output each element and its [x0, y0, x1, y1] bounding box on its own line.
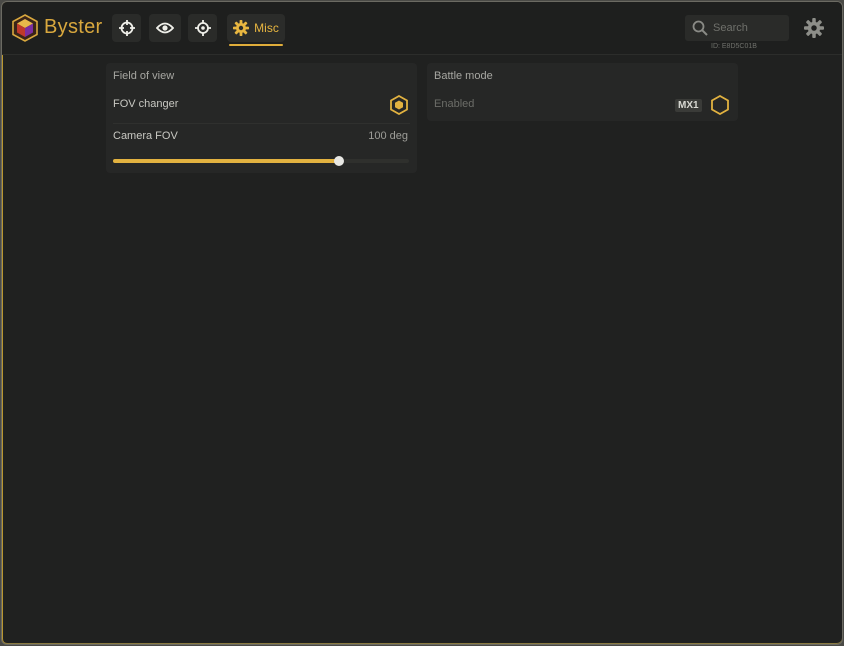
tab-misc-label: Misc	[254, 21, 279, 35]
gear-icon	[233, 20, 250, 36]
camera-fov-slider[interactable]	[113, 156, 409, 166]
battle-mode-panel: Battle mode Enabled MX1	[427, 63, 738, 121]
panel-title: Field of view	[113, 70, 175, 82]
tab-visuals[interactable]	[149, 14, 181, 42]
slider-fill	[113, 159, 340, 163]
fov-changer-toggle-icon[interactable]	[390, 95, 408, 115]
slider-thumb[interactable]	[334, 156, 345, 166]
crosshair-icon	[118, 20, 135, 36]
camera-fov-label: Camera FOV	[113, 130, 178, 142]
search-input[interactable]	[713, 19, 783, 37]
target-icon	[194, 20, 211, 36]
camera-fov-value: 100 deg	[368, 130, 408, 142]
tab-target[interactable]	[188, 14, 217, 42]
field-of-view-panel: Field of view FOV changer Camera FOV 100…	[106, 63, 417, 173]
battle-mode-toggle-icon[interactable]	[711, 95, 729, 115]
battle-mode-enabled-label: Enabled	[434, 98, 475, 110]
search-box[interactable]	[685, 15, 789, 41]
divider	[113, 123, 410, 124]
top-bar: Byster Misc Search ID: E8D5C01B	[2, 2, 842, 55]
tab-aim[interactable]	[112, 14, 141, 42]
settings-gear-icon[interactable]	[804, 18, 824, 38]
keybind-badge[interactable]: MX1	[675, 99, 702, 112]
brand-name: Byster	[44, 16, 103, 38]
panel-title: Battle mode	[434, 70, 493, 82]
eye-icon	[156, 22, 174, 34]
tab-misc[interactable]: Misc	[227, 14, 285, 46]
search-icon	[692, 20, 708, 36]
app-window: Byster Misc Search ID: E8D5C01B Field of…	[1, 1, 843, 645]
byster-logo-icon	[12, 14, 38, 42]
active-tab-indicator	[229, 44, 283, 46]
user-id-label: ID: E8D5C01B	[711, 43, 757, 50]
fov-changer-label: FOV changer	[113, 98, 179, 110]
